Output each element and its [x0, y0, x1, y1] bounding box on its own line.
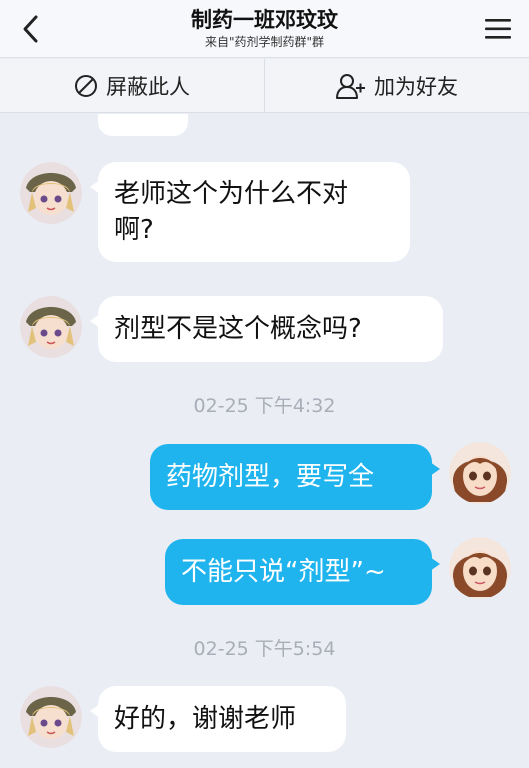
chevron-left-icon	[23, 15, 38, 43]
menu-button[interactable]	[481, 12, 515, 46]
avatar[interactable]	[449, 537, 511, 599]
partial-message-bubble	[98, 114, 188, 136]
message-text: 好的，谢谢老师	[114, 704, 297, 734]
outgoing-message-bubble[interactable]: 不能只说“剂型”~	[165, 539, 440, 605]
page-subtitle: 来自"药剂学制药群"群	[204, 35, 325, 49]
add-friend-button[interactable]: 加为好友	[264, 59, 529, 112]
avatar[interactable]	[20, 162, 82, 224]
timestamp: 02-25 下午4:32	[193, 395, 336, 417]
timestamp: 02-25 下午5:54	[193, 638, 336, 660]
block-icon	[75, 74, 97, 97]
incoming-message-bubble[interactable]: 剂型不是这个概念吗?	[90, 296, 443, 362]
hamburger-menu-icon	[485, 19, 511, 39]
back-button[interactable]	[14, 12, 48, 46]
action-bar: 屏蔽此人 加为好友	[0, 59, 529, 113]
block-user-button[interactable]: 屏蔽此人	[0, 59, 264, 112]
message-text: 不能只说“剂型”~	[181, 557, 386, 587]
incoming-message-bubble[interactable]: 老师这个为什么不对 啊?	[90, 162, 410, 262]
block-user-label: 屏蔽此人	[106, 74, 190, 99]
chat-title-area: 制药一班邓玟玟 来自"药剂学制药群"群	[80, 6, 449, 50]
anime-girl-avatar-icon	[20, 162, 82, 224]
message-text: 药物剂型，要写全	[166, 462, 375, 492]
page-title: 制药一班邓玟玟	[191, 8, 338, 32]
avatar[interactable]	[20, 296, 82, 358]
incoming-message-bubble[interactable]: 好的，谢谢老师	[90, 686, 346, 752]
message-text: 剂型不是这个概念吗?	[114, 314, 362, 344]
add-friend-label: 加为好友	[374, 74, 458, 99]
anime-girl-avatar-icon	[20, 686, 82, 748]
cartoon-girl-avatar-icon	[449, 442, 511, 504]
outgoing-message-bubble[interactable]: 药物剂型，要写全	[150, 444, 440, 510]
chat-area[interactable]: 老师这个为什么不对 啊? 剂型不是这个概念吗? 02-25 下午4:32 药物剂	[0, 114, 529, 768]
add-user-icon	[336, 73, 365, 99]
top-bar: 制药一班邓玟玟 来自"药剂学制药群"群	[0, 0, 529, 58]
message-text: 老师这个为什么不对	[114, 179, 349, 209]
cartoon-girl-avatar-icon	[449, 537, 511, 599]
message-text: 啊?	[114, 215, 154, 245]
avatar[interactable]	[449, 442, 511, 504]
avatar[interactable]	[20, 686, 82, 748]
anime-girl-avatar-icon	[20, 296, 82, 358]
